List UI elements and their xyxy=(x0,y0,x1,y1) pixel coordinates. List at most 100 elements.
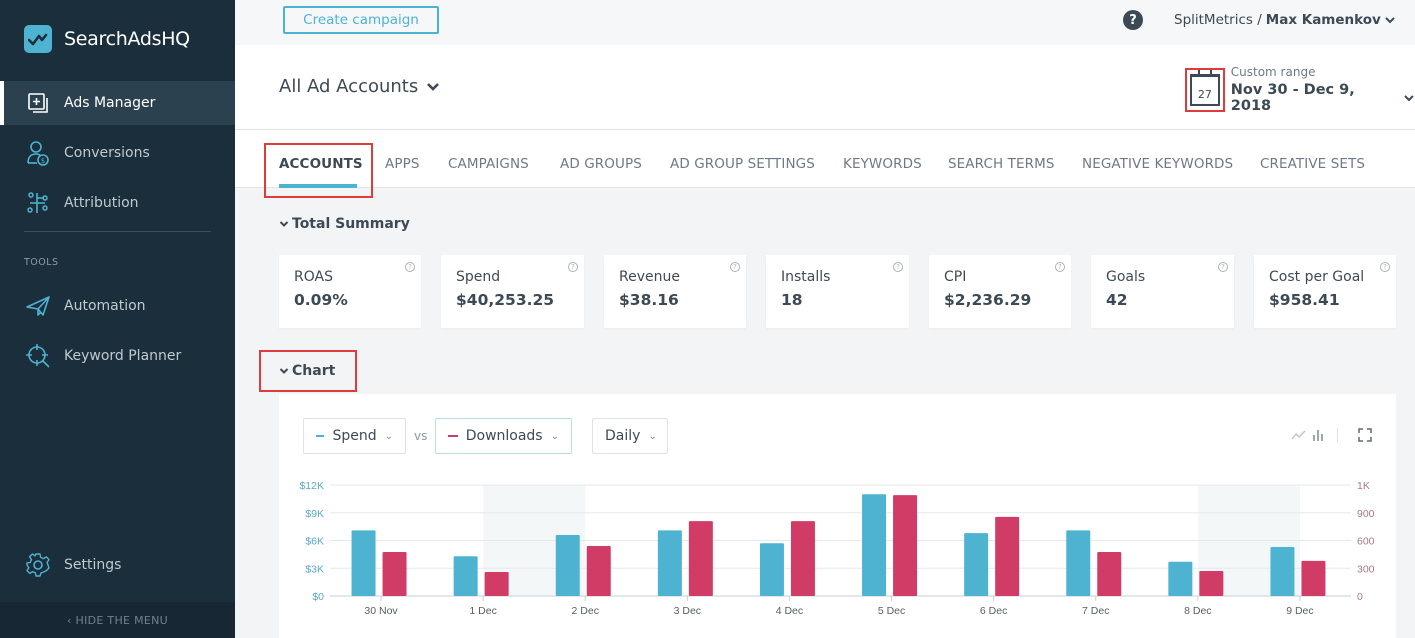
account-selector[interactable]: All Ad Accounts xyxy=(279,76,440,97)
tab-creative-sets[interactable]: CREATIVE SETS xyxy=(1260,156,1365,172)
bar-downloads xyxy=(1301,560,1326,596)
card-value: 18 xyxy=(781,291,803,309)
date-range-text: Nov 30 - Dec 9, 2018 xyxy=(1230,82,1355,114)
calendar-highlight: 27 xyxy=(1185,67,1225,112)
total-summary-toggle[interactable]: Total Summary xyxy=(279,216,410,232)
y-tick-label: $12K xyxy=(299,480,324,492)
bar-spend xyxy=(862,494,887,596)
card-label: CPI xyxy=(944,269,967,285)
card-value: $38.16 xyxy=(619,291,679,309)
sidebar-item-keyword-planner[interactable]: Keyword Planner xyxy=(0,334,235,378)
x-tick-label: 9 Dec xyxy=(1286,605,1313,617)
create-campaign-button[interactable]: Create campaign xyxy=(283,6,439,34)
date-range-label: Custom range xyxy=(1230,65,1316,79)
x-tick-label: 5 Dec xyxy=(878,605,905,617)
tab-ad-groups[interactable]: AD GROUPS xyxy=(560,156,642,172)
info-icon[interactable]: ? xyxy=(893,262,903,272)
bar-downloads xyxy=(586,546,611,596)
tab-campaigns[interactable]: CAMPAIGNS xyxy=(448,156,529,172)
sidebar-item-automation[interactable]: Automation xyxy=(0,284,235,328)
x-tick-label: 4 Dec xyxy=(776,605,803,617)
x-tick-label: 1 Dec xyxy=(469,605,496,617)
chevron-down-icon xyxy=(1385,17,1395,24)
sidebar-item-conversions[interactable]: $ Conversions xyxy=(0,131,235,175)
logo[interactable]: SearchAdsHQ xyxy=(24,25,190,53)
bar-downloads xyxy=(995,516,1020,596)
x-tick-label: 2 Dec xyxy=(572,605,599,617)
card-label: Installs xyxy=(781,269,831,285)
x-tick-label: 7 Dec xyxy=(1082,605,1109,617)
accounts-tab-highlight xyxy=(264,143,373,198)
bar-downloads xyxy=(484,571,509,596)
bar-spend xyxy=(555,534,580,596)
app-name: SearchAdsHQ xyxy=(64,28,190,50)
spend-legend-swatch xyxy=(316,435,325,437)
y2-tick-label: 600 xyxy=(1357,536,1375,548)
y2-tick-label: 300 xyxy=(1357,563,1375,575)
y2-tick-label: 900 xyxy=(1357,508,1375,520)
interval-label: Daily xyxy=(605,428,641,444)
bar-downloads xyxy=(1199,571,1224,596)
sidebar-item-label: Ads Manager xyxy=(64,95,156,111)
page-header: All Ad Accounts 27 Custom range Nov 30 -… xyxy=(235,45,1415,130)
gear-icon xyxy=(24,551,52,579)
fullscreen-icon[interactable] xyxy=(1358,428,1372,442)
sidebar-item-ads-manager[interactable]: Ads Manager xyxy=(0,81,235,125)
account-selector-label: All Ad Accounts xyxy=(279,76,419,97)
info-icon[interactable]: ? xyxy=(1380,262,1390,272)
help-icon[interactable]: ? xyxy=(1123,10,1143,30)
bar-spend xyxy=(1270,546,1295,596)
info-icon[interactable]: ? xyxy=(1055,262,1065,272)
hide-menu-button[interactable]: ‹ HIDE THE MENU xyxy=(0,602,235,638)
chevron-down-icon xyxy=(427,82,440,91)
tab-apps[interactable]: APPS xyxy=(385,156,420,172)
chart-card: $0 0 $3K 300 $6K 600 $9K 900 $12K 1K 30 Nov 1 Dec 2 … xyxy=(279,394,1396,638)
info-icon[interactable]: ? xyxy=(1218,262,1228,272)
user-name: Max Kamenkov xyxy=(1265,12,1381,28)
tab-keywords[interactable]: KEYWORDS xyxy=(843,156,922,172)
bar-downloads xyxy=(1097,551,1122,596)
sidebar-item-settings[interactable]: Settings xyxy=(0,543,235,587)
info-icon[interactable]: ? xyxy=(405,262,415,272)
sidebar-item-label: Automation xyxy=(64,298,146,314)
tab-ad-group-settings[interactable]: AD GROUP SETTINGS xyxy=(670,156,815,172)
svg-text:$: $ xyxy=(41,157,45,165)
x-tick-label: 3 Dec xyxy=(674,605,701,617)
chevron-down-icon: ⌄ xyxy=(648,430,657,442)
tab-search-terms[interactable]: SEARCH TERMS xyxy=(948,156,1054,172)
bar-spend xyxy=(759,543,784,596)
tab-negative-keywords[interactable]: NEGATIVE KEYWORDS xyxy=(1082,156,1233,172)
tools-heading: TOOLS xyxy=(24,257,59,268)
info-icon[interactable]: ? xyxy=(730,262,740,272)
card-label: Cost per Goal xyxy=(1269,269,1365,285)
metric1-dropdown[interactable]: Spend ⌄ xyxy=(303,418,406,454)
line-chart-icon[interactable] xyxy=(1291,428,1307,442)
card-label: ROAS xyxy=(294,269,333,285)
x-tick-label: 30 Nov xyxy=(364,605,398,617)
sidebar-divider xyxy=(24,231,211,232)
bar-downloads xyxy=(790,521,815,596)
org-name: SplitMetrics / xyxy=(1174,12,1262,28)
bar-spend xyxy=(964,533,989,596)
metric2-dropdown[interactable]: Downloads ⌄ xyxy=(435,418,572,454)
bar-spend xyxy=(453,556,478,596)
sidebar-item-attribution[interactable]: Attribution xyxy=(0,181,235,225)
sidebar-item-label: Attribution xyxy=(64,195,139,211)
x-tick-label: 8 Dec xyxy=(1184,605,1211,617)
sidebar: SearchAdsHQ Ads Manager $ Conversions At… xyxy=(0,0,235,638)
bar-chart-icon[interactable] xyxy=(1311,428,1325,442)
downloads-legend-swatch xyxy=(448,435,458,437)
summary-card-roas: ROAS 0.09% ? xyxy=(279,255,421,328)
tab-bar: ACCOUNTS APPS CAMPAIGNS AD GROUPS AD GRO… xyxy=(235,130,1415,188)
account-menu[interactable]: SplitMetrics / Max Kamenkov xyxy=(1174,12,1396,28)
sidebar-item-label: Settings xyxy=(64,557,122,573)
sidebar-item-label: Conversions xyxy=(64,145,150,161)
bar-downloads xyxy=(893,495,918,596)
ads-manager-icon xyxy=(24,89,52,117)
summary-card-goals: Goals 42 ? xyxy=(1091,255,1234,328)
date-range-picker[interactable]: 27 Custom range Nov 30 - Dec 9, 2018 xyxy=(1185,65,1415,114)
metric1-label: Spend xyxy=(332,428,377,444)
info-icon[interactable]: ? xyxy=(568,262,578,272)
toolbar-divider xyxy=(1337,428,1338,442)
interval-dropdown[interactable]: Daily ⌄ xyxy=(592,418,668,454)
